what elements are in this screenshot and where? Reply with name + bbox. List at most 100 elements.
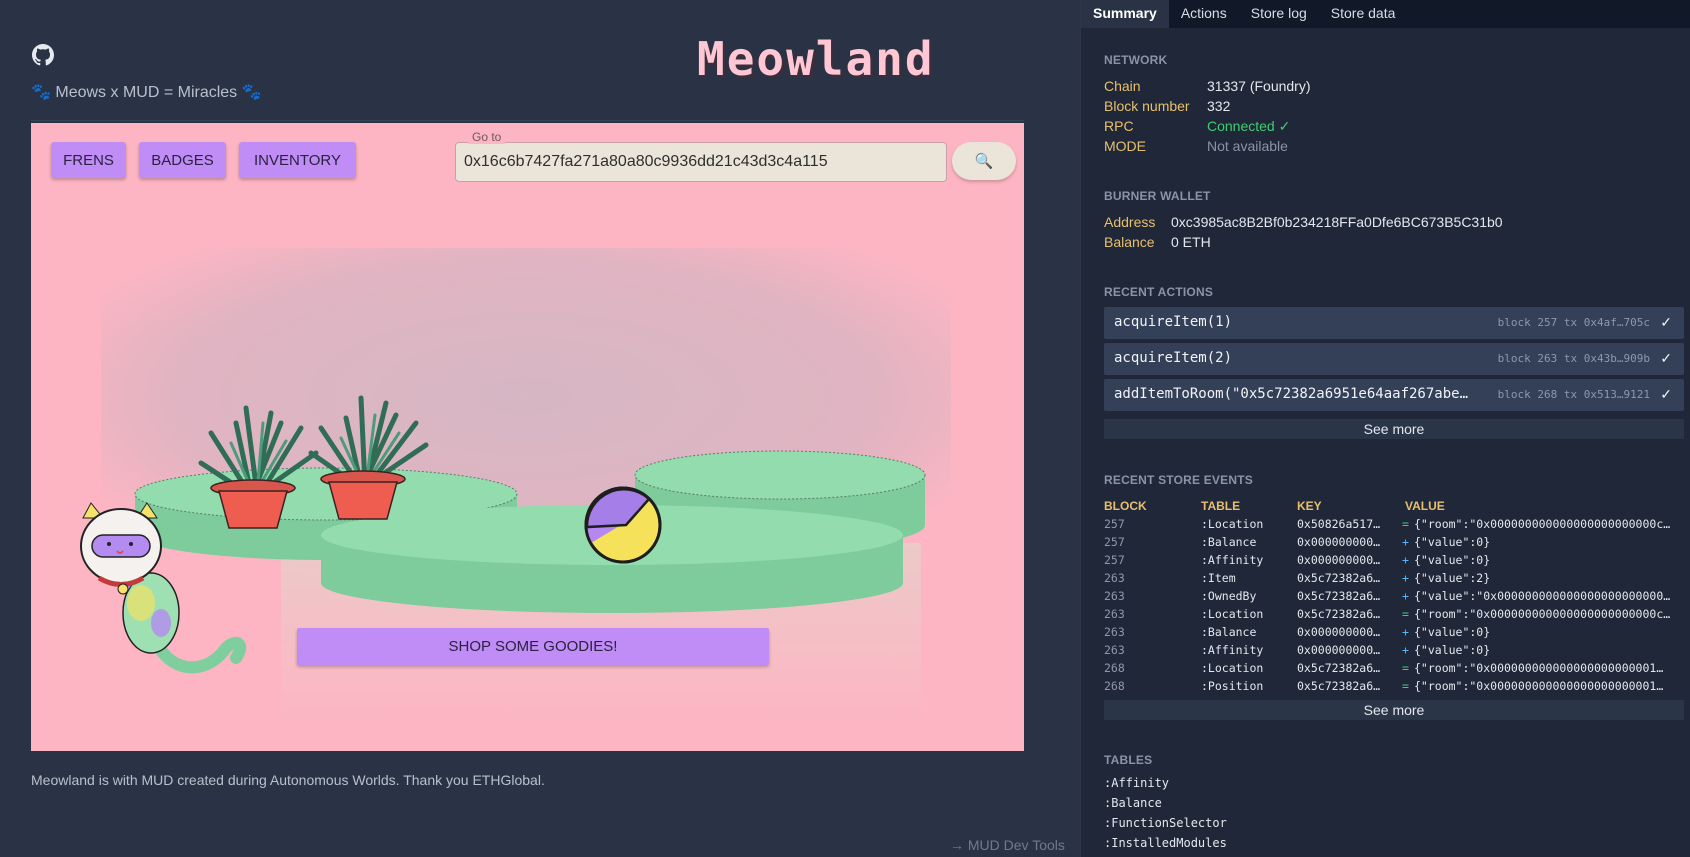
event-table: :Location	[1201, 517, 1264, 531]
network-rpc-row: RPC Connected ✓	[1104, 116, 1290, 136]
actions-see-more-button[interactable]: See more	[1104, 419, 1684, 439]
github-icon[interactable]	[32, 44, 54, 66]
shop-goodies-button[interactable]: SHOP SOME GOODIES!	[297, 628, 769, 665]
store-events-title: RECENT STORE EVENTS	[1104, 473, 1253, 487]
meowland-logo: Meowland	[697, 32, 935, 86]
store-event-row[interactable]: 263 :Affinity 0x000000000… + {"value":0}	[1104, 643, 1684, 661]
event-block: 257	[1104, 535, 1125, 549]
event-op: +	[1402, 643, 1409, 657]
col-header-key: KEY	[1297, 499, 1322, 513]
store-event-row[interactable]: 263 :Balance 0x000000000… + {"value":0}	[1104, 625, 1684, 643]
store-event-row[interactable]: 263:Item 0x5c72382a6… + {"value":2}	[1104, 571, 1684, 589]
event-key: 0x5c72382a6…	[1297, 679, 1381, 693]
goto-field[interactable]	[455, 142, 947, 182]
action-meta: block 268 tx 0x513…9121	[1497, 388, 1650, 401]
event-table: :Affinity	[1201, 643, 1264, 657]
event-key: 0x5c72382a6…	[1297, 571, 1381, 585]
frens-button[interactable]: FRENS	[51, 142, 126, 178]
action-row[interactable]: acquireItem(1) block 257 tx 0x4af…705c ✓	[1104, 307, 1684, 339]
action-name: acquireItem(2)	[1114, 350, 1233, 366]
search-icon: 🔍	[974, 153, 994, 170]
tab-store-log[interactable]: Store log	[1239, 0, 1319, 28]
network-block-row: Block number 332	[1104, 96, 1230, 116]
kv-value: Not available	[1207, 138, 1288, 154]
tab-store-data[interactable]: Store data	[1319, 0, 1408, 28]
tab-actions[interactable]: Actions	[1169, 0, 1239, 28]
store-event-row[interactable]: 268:Location 0x5c72382a6… = {"room":"0x0000…	[1104, 661, 1684, 679]
search-button[interactable]: 🔍	[952, 142, 1016, 180]
action-name: addItemToRoom("0x5c72382a6951e64aaf267ab…	[1114, 386, 1469, 402]
event-value: {"value":0}	[1414, 625, 1491, 639]
devtools-tabs: Summary Actions Store log Store data	[1081, 0, 1690, 28]
event-table: :Location	[1201, 661, 1264, 675]
store-event-row[interactable]: 257:Location 0x50826a517… = {"room":"0x0000…	[1104, 517, 1684, 535]
action-row[interactable]: acquireItem(2) block 263 tx 0x43b…909b ✓	[1104, 343, 1684, 375]
kv-key: Balance	[1104, 234, 1155, 250]
action-row[interactable]: addItemToRoom("0x5c72382a6951e64aaf267ab…	[1104, 379, 1684, 411]
store-event-row[interactable]: 257:Affinity 0x000000000… + {"value":0}	[1104, 553, 1684, 571]
col-header-value: VALUE	[1405, 499, 1445, 513]
kv-value: 0xc3985ac8B2Bf0b234218FFa0Dfe6BC673B5C31…	[1171, 214, 1503, 230]
event-block: 263	[1104, 643, 1125, 657]
event-table: :Affinity	[1201, 553, 1264, 567]
table-list-item[interactable]: :Affinity	[1104, 776, 1169, 790]
event-value: {"room":"0x000000000000000000000001…	[1414, 679, 1664, 693]
event-value: {"value":0}	[1414, 643, 1491, 657]
action-meta: block 257 tx 0x4af…705c	[1497, 316, 1650, 329]
event-table: :OwnedBy	[1201, 589, 1257, 603]
event-block: 263	[1104, 625, 1125, 639]
event-block: 257	[1104, 517, 1125, 531]
kv-key: MODE	[1104, 138, 1146, 154]
wallet-balance-row: Balance 0 ETH	[1104, 232, 1211, 252]
event-table: :Balance	[1201, 535, 1257, 549]
tab-summary[interactable]: Summary	[1081, 0, 1169, 28]
event-value: {"value":"0x000000000000000000000000…	[1414, 589, 1671, 603]
kv-value: 31337 (Foundry)	[1207, 78, 1311, 94]
wallet-title: BURNER WALLET	[1104, 189, 1211, 203]
event-key: 0x000000000…	[1297, 535, 1381, 549]
kv-key: Address	[1104, 214, 1156, 230]
col-header-table: TABLE	[1201, 499, 1241, 513]
event-op: +	[1402, 535, 1409, 549]
check-icon: ✓	[1660, 386, 1672, 402]
kv-key: RPC	[1104, 118, 1134, 134]
table-list-item[interactable]: :Balance	[1104, 796, 1162, 810]
event-block: 263	[1104, 607, 1125, 621]
event-table: :Location	[1201, 607, 1264, 621]
table-list-item[interactable]: :InstalledModules	[1104, 836, 1227, 850]
kv-value: Connected ✓	[1207, 118, 1291, 134]
store-event-row[interactable]: 268 :Position 0x5c72382a6… = {"room":"0x0000…	[1104, 679, 1684, 697]
tagline: 🐾 Meows x MUD = Miracles 🐾	[31, 84, 262, 101]
event-op: +	[1402, 571, 1409, 585]
store-event-row[interactable]: 263:OwnedBy 0x5c72382a6… + {"value":"0x0000…	[1104, 589, 1684, 607]
event-table: :Position	[1201, 679, 1264, 693]
action-meta: block 263 tx 0x43b…909b	[1497, 352, 1650, 365]
network-chain-row: Chain 31337 (Foundry)	[1104, 76, 1311, 96]
goto-input[interactable]	[464, 143, 934, 181]
event-key: 0x5c72382a6…	[1297, 661, 1381, 675]
badges-button[interactable]: BADGES	[139, 142, 226, 178]
check-icon: ✓	[1660, 350, 1672, 366]
event-op: =	[1402, 679, 1409, 693]
event-value: {"value":0}	[1414, 553, 1491, 567]
event-key: 0x5c72382a6…	[1297, 589, 1381, 603]
store-event-row[interactable]: 257:Balance 0x000000000… + {"value":0}	[1104, 535, 1684, 553]
wallet-address-row: Address 0xc3985ac8B2Bf0b234218FFa0Dfe6BC…	[1104, 212, 1503, 232]
event-op: +	[1402, 625, 1409, 639]
kv-value: 332	[1207, 98, 1231, 114]
event-table: :Item	[1201, 571, 1236, 585]
kv-key: Chain	[1104, 78, 1141, 94]
event-value: {"room":"0x000000000000000000000000c…	[1414, 607, 1671, 621]
event-key: 0x000000000…	[1297, 643, 1381, 657]
table-list-item[interactable]: :FunctionSelector	[1104, 816, 1227, 830]
mud-devtools-link[interactable]: → MUD Dev Tools	[950, 837, 1065, 853]
inventory-button[interactable]: INVENTORY	[239, 142, 356, 178]
event-block: 268	[1104, 661, 1125, 675]
store-event-row[interactable]: 263:Location 0x5c72382a6… = {"room":"0x0000…	[1104, 607, 1684, 625]
events-see-more-button[interactable]: See more	[1104, 700, 1684, 720]
event-table: :Balance	[1201, 625, 1257, 639]
event-value: {"value":2}	[1414, 571, 1491, 585]
event-block: 268	[1104, 679, 1125, 693]
event-key: 0x000000000…	[1297, 625, 1381, 639]
event-key: 0x000000000…	[1297, 553, 1381, 567]
